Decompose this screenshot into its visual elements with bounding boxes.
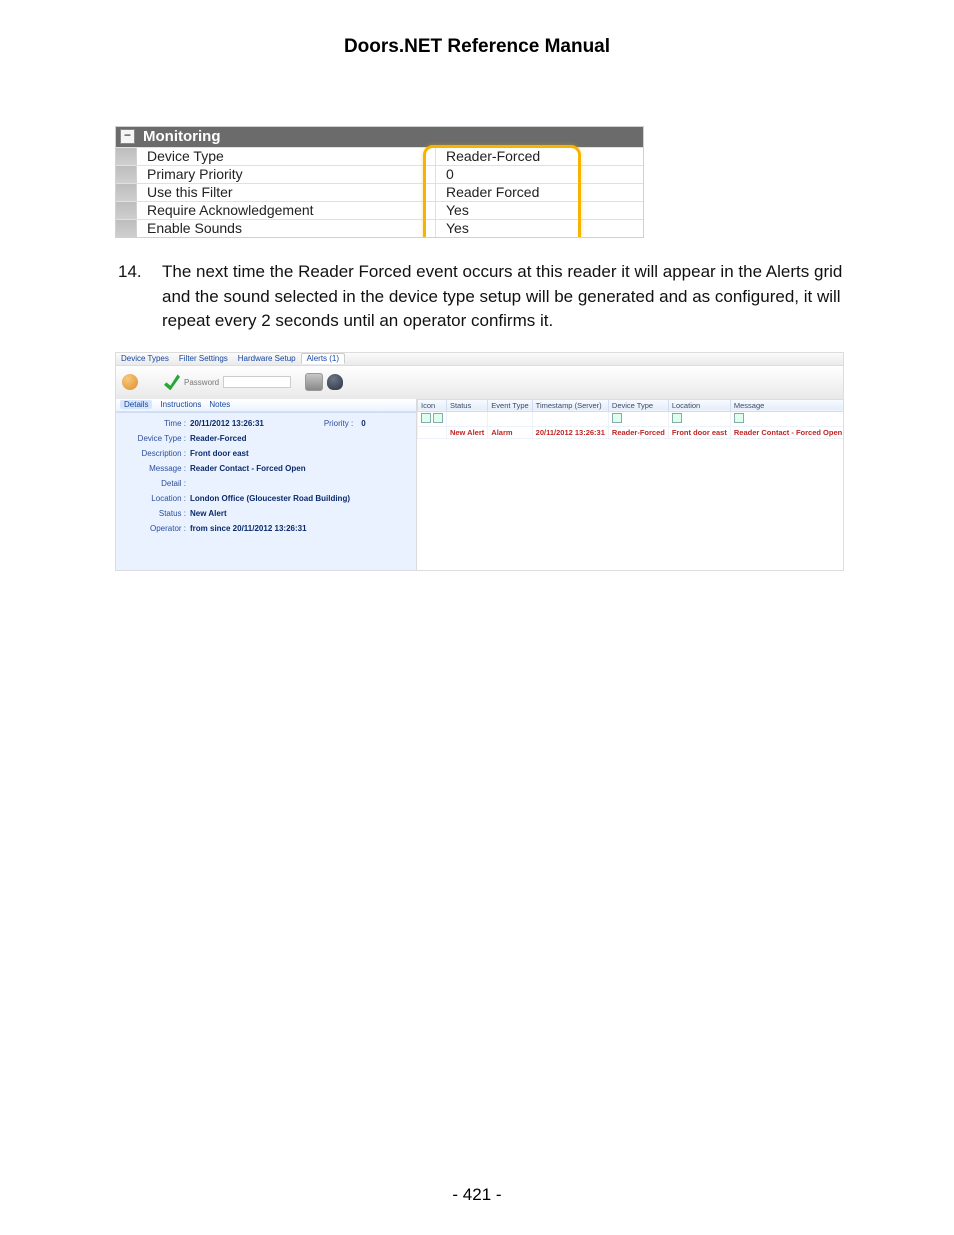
detail-label: Description :	[124, 449, 190, 458]
col-status[interactable]: Status	[446, 399, 487, 411]
filter-cell[interactable]	[668, 411, 730, 426]
step-number: 14.	[118, 260, 162, 334]
detail-value: Reader-Forced	[190, 434, 246, 443]
grid-filter-row	[418, 411, 844, 426]
details-subtabs: Details Instructions Notes	[116, 399, 416, 412]
tab-hardware-setup[interactable]: Hardware Setup	[233, 354, 301, 363]
detail-label: Priority :	[324, 419, 357, 428]
table-row: Enable Sounds Yes	[116, 219, 643, 237]
detail-value: Front door east	[190, 449, 249, 458]
password-label: Password	[184, 378, 219, 387]
grid-header-row: Icon Status Event Type Timestamp (Server…	[418, 399, 844, 411]
page-title: Doors.NET Reference Manual	[0, 0, 954, 58]
detail-label: Detail :	[124, 479, 190, 488]
row-label: Enable Sounds	[137, 220, 435, 237]
alerts-panel-figure: Device Types Filter Settings Hardware Se…	[115, 352, 844, 571]
row-value: 0	[435, 166, 643, 183]
subtab-instructions[interactable]: Instructions	[160, 400, 201, 409]
detail-value: London Office (Gloucester Road Building)	[190, 494, 350, 503]
alerts-grid: Icon Status Event Type Timestamp (Server…	[417, 399, 843, 570]
detail-label: Message :	[124, 464, 190, 473]
play-icon[interactable]	[305, 373, 323, 391]
row-message: Reader Contact - Forced Open	[730, 426, 843, 438]
in-progress-icon[interactable]	[122, 374, 138, 390]
table-row: Use this Filter Reader Forced	[116, 183, 643, 201]
sound-icon[interactable]	[327, 374, 343, 390]
filter-cell[interactable]	[532, 411, 608, 426]
detail-label: Operator :	[124, 524, 190, 533]
detail-label: Location :	[124, 494, 190, 503]
detail-value: from since 20/11/2012 13:26:31	[190, 524, 307, 533]
detail-value: New Alert	[190, 509, 227, 518]
detail-value: 20/11/2012 13:26:31	[190, 419, 264, 428]
row-value: Yes	[435, 220, 643, 237]
step-text: The next time the Reader Forced event oc…	[162, 260, 854, 334]
detail-value: 0	[361, 419, 365, 428]
col-event-type[interactable]: Event Type	[488, 399, 532, 411]
col-timestamp[interactable]: Timestamp (Server)	[532, 399, 608, 411]
row-icon	[418, 426, 447, 438]
page-number: - 421 -	[0, 1185, 954, 1205]
col-message[interactable]: Message	[730, 399, 843, 411]
row-label: Device Type	[137, 148, 435, 165]
detail-label: Status :	[124, 509, 190, 518]
filter-cell[interactable]	[446, 411, 487, 426]
col-location[interactable]: Location	[668, 399, 730, 411]
confirm-icon[interactable]	[164, 374, 180, 390]
row-device-type: Reader-Forced	[608, 426, 668, 438]
filter-cell[interactable]	[418, 411, 447, 426]
col-device-type[interactable]: Device Type	[608, 399, 668, 411]
row-label: Primary Priority	[137, 166, 435, 183]
row-label: Use this Filter	[137, 184, 435, 201]
monitoring-table: − Monitoring Device Type Reader-Forced P…	[115, 126, 644, 238]
row-value: Reader Forced	[435, 184, 643, 201]
tab-device-types[interactable]: Device Types	[116, 354, 174, 363]
col-icon[interactable]: Icon	[418, 399, 447, 411]
row-location: Front door east	[668, 426, 730, 438]
subtab-notes[interactable]: Notes	[209, 400, 230, 409]
filter-cell[interactable]	[608, 411, 668, 426]
password-input[interactable]	[223, 376, 291, 388]
row-label: Require Acknowledgement	[137, 202, 435, 219]
row-timestamp: 20/11/2012 13:26:31	[532, 426, 608, 438]
tab-filter-settings[interactable]: Filter Settings	[174, 354, 233, 363]
subtab-details[interactable]: Details	[120, 400, 152, 409]
row-value: Yes	[435, 202, 643, 219]
row-status: New Alert	[446, 426, 487, 438]
table-row: Device Type Reader-Forced	[116, 147, 643, 165]
detail-value: Reader Contact - Forced Open	[190, 464, 306, 473]
table-row: Primary Priority 0	[116, 165, 643, 183]
row-event-type: Alarm	[488, 426, 532, 438]
detail-label: Device Type :	[124, 434, 190, 443]
grid-data-row[interactable]: New Alert Alarm 20/11/2012 13:26:31 Read…	[418, 426, 844, 438]
monitoring-header: Monitoring	[143, 128, 220, 145]
top-tabbar: Device Types Filter Settings Hardware Se…	[116, 353, 843, 366]
toolbar: Password	[116, 366, 843, 400]
detail-label: Time :	[124, 419, 190, 428]
details-pane: Time : 20/11/2012 13:26:31 Priority : 0 …	[116, 412, 416, 570]
row-value: Reader-Forced	[435, 148, 643, 165]
table-row: Require Acknowledgement Yes	[116, 201, 643, 219]
filter-cell[interactable]	[730, 411, 843, 426]
tab-alerts[interactable]: Alerts (1)	[301, 353, 345, 364]
collapse-icon[interactable]: −	[120, 129, 135, 144]
filter-cell[interactable]	[488, 411, 532, 426]
